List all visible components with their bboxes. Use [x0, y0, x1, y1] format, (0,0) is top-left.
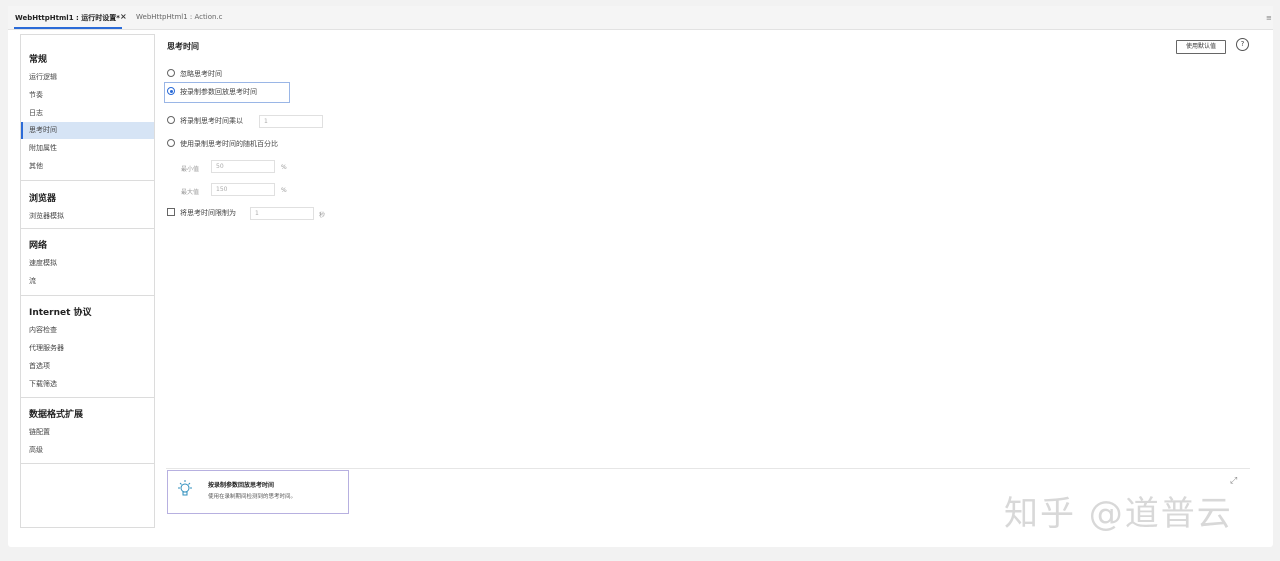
nav-group-internet-protocol: Internet 协议 内容检查 代理服务器 首选项 下载筛选: [21, 295, 154, 398]
multiply-input[interactable]: 1: [259, 115, 323, 128]
min-input[interactable]: 50: [211, 160, 275, 173]
nav-group-title: 常规: [29, 55, 48, 65]
nav-group-browser: 浏览器 浏览器模拟: [21, 180, 154, 229]
help-icon[interactable]: ?: [1236, 38, 1249, 51]
info-description: 使用在录制期间检测到的思考时间。: [208, 494, 297, 500]
active-tab-underline: [14, 27, 122, 29]
nav-item-proxy[interactable]: 代理服务器: [21, 340, 154, 357]
nav-item-preferences[interactable]: 首选项: [21, 358, 154, 375]
info-title: 按录制参数回放思考时间: [208, 482, 275, 489]
nav-group-title: Internet 协议: [29, 308, 92, 318]
nav-group-title: 数据格式扩展: [29, 410, 84, 420]
watermark: 知乎 @道普云: [1004, 494, 1233, 534]
nav-item-additional-attributes[interactable]: 附加属性: [21, 140, 154, 157]
tab-runtime-settings[interactable]: WebHttpHtml1 : 运行时设置*: [14, 13, 122, 29]
min-label: 最小值: [181, 166, 200, 173]
nav-item-run-logic[interactable]: 运行逻辑: [21, 69, 154, 86]
radio-button-selected[interactable]: [167, 87, 175, 95]
nav-item-think-time[interactable]: 思考时间: [21, 122, 154, 139]
radio-button[interactable]: [167, 139, 175, 147]
nav-item-log[interactable]: 日志: [21, 105, 154, 122]
nav-item-chain-config[interactable]: 链配置: [21, 424, 154, 441]
radio-button[interactable]: [167, 116, 175, 124]
nav-item-speed-simulation[interactable]: 速度模拟: [21, 255, 154, 272]
radio-button[interactable]: [167, 69, 175, 77]
close-tab-icon[interactable]: ×: [120, 12, 127, 21]
option-multiply[interactable]: 将录制思考时间乘以: [167, 115, 243, 128]
max-label: 最大值: [181, 189, 200, 196]
info-card: 按录制参数回放思考时间 使用在录制期间检测到的思考时间。: [167, 470, 349, 514]
nav-item-stream[interactable]: 流: [21, 273, 154, 290]
seconds-label: 秒: [319, 212, 326, 219]
tab-label: WebHttpHtml1 : 运行时设置*: [15, 14, 120, 22]
option-limit-think-time[interactable]: 将思考时间限制为: [167, 207, 236, 220]
nav-item-download-filter[interactable]: 下载筛选: [21, 376, 154, 393]
nav-group-title: 浏览器: [29, 194, 57, 204]
option-replay-recorded[interactable]: 按录制参数回放思考时间: [167, 86, 257, 99]
lightbulb-icon: [178, 480, 192, 496]
limit-input[interactable]: 1: [250, 207, 314, 220]
use-defaults-button[interactable]: 使用默认值: [1176, 40, 1226, 54]
nav-item-pacing[interactable]: 节奏: [21, 87, 154, 104]
nav-group-general: 常规 运行逻辑 节奏 日志 思考时间 附加属性 其他: [21, 35, 154, 181]
nav-item-browser-emulation[interactable]: 浏览器模拟: [21, 208, 154, 225]
option-ignore-think-time[interactable]: 忽略思考时间: [167, 68, 222, 81]
max-input[interactable]: 150: [211, 183, 275, 196]
nav-group-network: 网络 速度模拟 流: [21, 228, 154, 296]
percent-label: %: [281, 187, 287, 194]
limit-checkbox[interactable]: [167, 208, 175, 216]
settings-nav: 常规 运行逻辑 节奏 日志 思考时间 附加属性 其他 浏览器 浏览器模拟 网络 …: [20, 34, 155, 528]
nav-item-advanced[interactable]: 高级: [21, 442, 154, 459]
tab-action-c[interactable]: WebHttpHtml1 : Action.c: [136, 13, 223, 21]
tab-menu-icon[interactable]: ≡: [1266, 14, 1272, 22]
option-random-percentage[interactable]: 使用录制思考时间的随机百分比: [167, 138, 278, 151]
nav-group-data-format: 数据格式扩展 链配置 高级: [21, 397, 154, 464]
nav-item-content-check[interactable]: 内容检查: [21, 322, 154, 339]
nav-item-misc[interactable]: 其他: [21, 158, 154, 175]
page-title: 思考时间: [167, 42, 199, 51]
tab-bar: WebHttpHtml1 : 运行时设置* × WebHttpHtml1 : A…: [8, 6, 1273, 30]
expand-icon[interactable]: ⤢: [1230, 476, 1237, 486]
nav-group-title: 网络: [29, 241, 48, 251]
tab-label: WebHttpHtml1 : Action.c: [136, 13, 223, 21]
percent-label: %: [281, 164, 287, 171]
